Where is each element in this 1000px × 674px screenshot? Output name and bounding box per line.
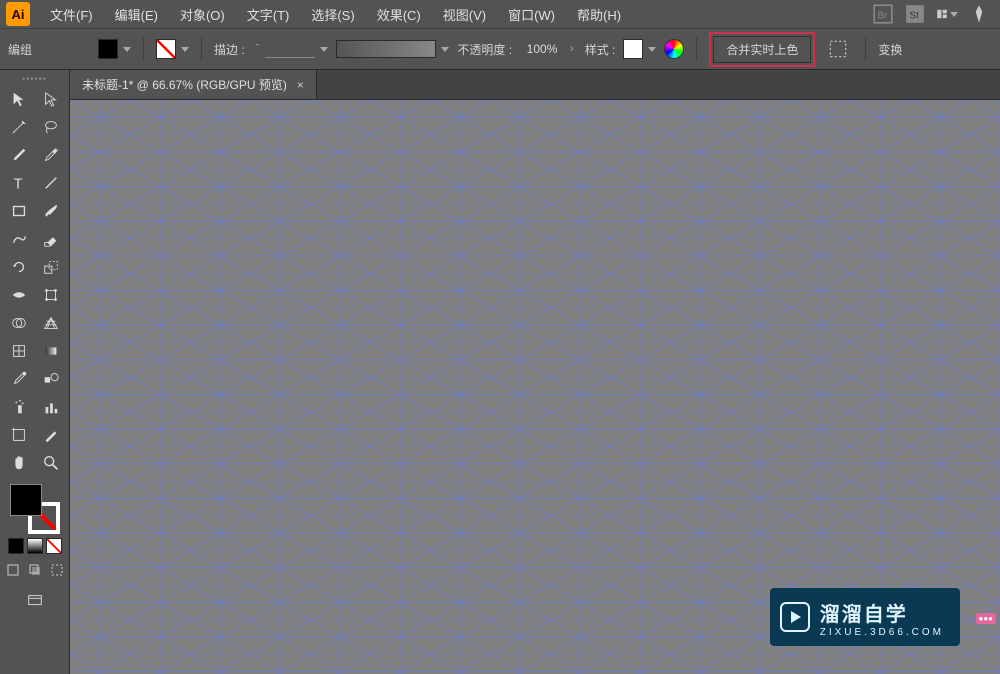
chevron-down-icon (123, 47, 131, 52)
menu-help[interactable]: 帮助(H) (567, 1, 631, 28)
stroke-weight[interactable]: ˆ (253, 40, 329, 58)
bridge-icon[interactable]: Br (872, 3, 894, 25)
caret-up-icon[interactable]: ˆ (253, 43, 263, 55)
gpu-icon[interactable] (968, 3, 990, 25)
type-tool[interactable]: T (4, 170, 34, 196)
fill-box[interactable] (10, 484, 42, 516)
watermark-title: 溜溜自学 (820, 604, 908, 626)
menu-window[interactable]: 窗口(W) (498, 1, 565, 28)
stroke-swatch-group[interactable] (156, 39, 189, 59)
hand-tool[interactable] (4, 450, 34, 476)
chevron-down-icon (320, 47, 328, 52)
gradient-tool[interactable] (36, 338, 66, 364)
chevron-right-icon[interactable]: › (567, 43, 577, 55)
fill-stroke-indicator[interactable] (10, 484, 60, 534)
menu-view[interactable]: 视图(V) (433, 1, 496, 28)
watermark: 溜溜自学 ZIXUE.3D66.COM (770, 588, 960, 646)
brush-definition[interactable] (336, 40, 436, 58)
color-mode-row (8, 538, 62, 554)
document-tab[interactable]: 未标题-1* @ 66.67% (RGB/GPU 预览) × (70, 70, 317, 99)
app-logo: Ai (6, 2, 30, 26)
draw-normal[interactable] (3, 560, 23, 580)
menubar: Ai 文件(F) 编辑(E) 对象(O) 文字(T) 选择(S) 效果(C) 视… (0, 0, 1000, 28)
draw-inside[interactable] (47, 560, 67, 580)
chevron-down-icon (181, 47, 189, 52)
style-swatch[interactable] (623, 39, 643, 59)
width-tool[interactable] (4, 282, 34, 308)
color-mode-gradient[interactable] (27, 538, 43, 554)
merge-live-paint-button[interactable]: 合并实时上色 (713, 36, 811, 63)
watermark-subtitle: ZIXUE.3D66.COM (820, 627, 944, 638)
opacity-control[interactable]: 100% › (520, 39, 577, 59)
pink-tag: ●●● (976, 613, 997, 624)
direct-selection-tool[interactable] (36, 86, 66, 112)
shape-builder-tool[interactable] (4, 310, 34, 336)
play-icon (780, 602, 810, 632)
draw-mode-row (3, 560, 67, 580)
column-graph-tool[interactable] (36, 394, 66, 420)
paintbrush-tool[interactable] (36, 198, 66, 224)
line-tool[interactable] (36, 170, 66, 196)
merge-live-paint-highlight: 合并实时上色 (709, 32, 815, 67)
menu-edit[interactable]: 编辑(E) (105, 1, 168, 28)
menu-effect[interactable]: 效果(C) (367, 1, 431, 28)
document-tab-title: 未标题-1* @ 66.67% (RGB/GPU 预览) (82, 76, 287, 93)
eyedropper-tool[interactable] (4, 366, 34, 392)
color-mode-solid[interactable] (8, 538, 24, 554)
toolbox-grip[interactable]: •••••• (22, 74, 47, 84)
style-label[interactable]: 样式 : (585, 41, 616, 58)
menu-select[interactable]: 选择(S) (301, 1, 364, 28)
pen-tool[interactable] (4, 142, 34, 168)
opacity-input[interactable]: 100% (520, 39, 564, 59)
menu-file[interactable]: 文件(F) (40, 1, 103, 28)
close-icon[interactable]: × (297, 78, 304, 92)
menu-type[interactable]: 文字(T) (237, 1, 300, 28)
workarea: 未标题-1* @ 66.67% (RGB/GPU 预览) × (70, 70, 1000, 674)
transform-label[interactable]: 变换 (878, 41, 902, 58)
shaper-tool[interactable] (4, 226, 34, 252)
eraser-tool[interactable] (36, 226, 66, 252)
menu-object[interactable]: 对象(O) (170, 1, 235, 28)
isolate-icon[interactable] (827, 38, 849, 60)
recolor-artwork-icon[interactable] (664, 39, 684, 59)
lasso-tool[interactable] (36, 114, 66, 140)
color-mode-none[interactable] (46, 538, 62, 554)
zoom-tool[interactable] (36, 450, 66, 476)
mesh-tool[interactable] (4, 338, 34, 364)
document-tabs: 未标题-1* @ 66.67% (RGB/GPU 预览) × (70, 70, 1000, 100)
svg-text:Br: Br (878, 10, 889, 21)
screen-mode[interactable] (20, 588, 50, 614)
draw-behind[interactable] (25, 560, 45, 580)
fill-swatch[interactable] (98, 39, 118, 59)
svg-text:T: T (13, 176, 22, 192)
slice-tool[interactable] (36, 422, 66, 448)
control-bar: 编组 描边 : ˆ 不透明度 : 100% › 样式 : 合并实时上色 变换 (0, 28, 1000, 70)
chevron-down-icon (441, 47, 449, 52)
selection-tool[interactable] (4, 86, 34, 112)
stock-icon[interactable]: St (904, 3, 926, 25)
perspective-grid-tool[interactable] (36, 310, 66, 336)
symbol-sprayer-tool[interactable] (4, 394, 34, 420)
style-swatch-group[interactable] (623, 39, 656, 59)
stroke-label[interactable]: 描边 : (214, 41, 245, 58)
fill-swatch-group[interactable] (98, 39, 131, 59)
context-label: 编组 (8, 41, 32, 58)
svg-text:St: St (910, 10, 920, 21)
scale-tool[interactable] (36, 254, 66, 280)
brush-def[interactable] (336, 40, 449, 58)
stroke-weight-input[interactable] (265, 40, 315, 58)
toolbox: •••••• T (0, 70, 70, 674)
blend-tool[interactable] (36, 366, 66, 392)
curvature-tool[interactable] (36, 142, 66, 168)
arrange-docs-icon[interactable] (936, 3, 958, 25)
rotate-tool[interactable] (4, 254, 34, 280)
free-transform-tool[interactable] (36, 282, 66, 308)
rectangle-tool[interactable] (4, 198, 34, 224)
canvas[interactable]: 溜溜自学 ZIXUE.3D66.COM ●●● (70, 100, 1000, 674)
stroke-swatch[interactable] (156, 39, 176, 59)
magic-wand-tool[interactable] (4, 114, 34, 140)
artboard-tool[interactable] (4, 422, 34, 448)
opacity-label[interactable]: 不透明度 : (457, 41, 512, 58)
chevron-down-icon (648, 47, 656, 52)
